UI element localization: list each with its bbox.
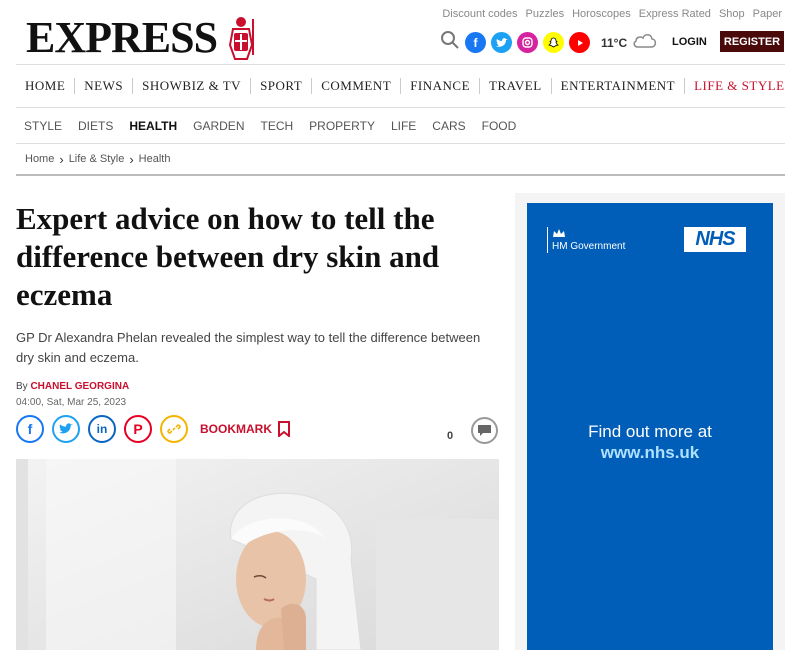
subnav-item-food[interactable]: FOOD <box>474 119 525 133</box>
byline-prefix: By <box>16 381 28 392</box>
instagram-icon[interactable] <box>517 32 538 53</box>
cloud-icon <box>632 31 658 54</box>
subnav-item-life[interactable]: LIFE <box>383 119 424 133</box>
subnav-item-garden[interactable]: GARDEN <box>185 119 252 133</box>
bookmark-label: BOOKMARK <box>200 422 272 436</box>
publish-date: 04:00, Sat, Mar 25, 2023 <box>16 397 127 408</box>
top-link-puzzles[interactable]: Puzzles <box>526 8 565 20</box>
nav-item-home[interactable]: HOME <box>16 78 76 94</box>
nav-item-showbiz-tv[interactable]: SHOWBIZ & TV <box>133 78 252 94</box>
site-logo[interactable]: EXPRESS <box>26 12 259 63</box>
nav-item-finance[interactable]: FINANCE <box>401 78 481 94</box>
youtube-icon[interactable] <box>569 32 590 53</box>
linkedin-share-button[interactable]: in <box>88 415 116 443</box>
chevron-right-icon: › <box>59 151 64 167</box>
share-row: f in P BOOKMARK <box>16 415 290 443</box>
top-link-shop[interactable]: Shop <box>719 8 745 20</box>
comment-icon[interactable] <box>471 417 498 444</box>
facebook-icon[interactable]: f <box>465 32 486 53</box>
ad-cta-text: Find out more at <box>588 422 712 441</box>
nav-item-sport[interactable]: SPORT <box>251 78 313 94</box>
breadcrumb-life-style[interactable]: Life & Style <box>69 153 125 165</box>
nav-item-news[interactable]: NEWS <box>75 78 134 94</box>
nav-item-life-style[interactable]: LIFE & STYLE <box>685 78 794 94</box>
article-hero-image <box>16 459 499 650</box>
subnav-item-health[interactable]: HEALTH <box>121 119 185 133</box>
nav-item-comment[interactable]: COMMENT <box>312 78 402 94</box>
subnav-item-tech[interactable]: TECH <box>252 119 301 133</box>
breadcrumb-home[interactable]: Home <box>25 153 54 165</box>
login-link[interactable]: LOGIN <box>672 36 707 48</box>
twitter-share-button[interactable] <box>52 415 80 443</box>
logo-text: EXPRESS <box>26 13 218 62</box>
breadcrumb: Home › Life & Style › Health <box>16 144 785 176</box>
ad-url[interactable]: www.nhs.uk <box>527 443 773 463</box>
bookmark-icon <box>278 421 290 437</box>
snapchat-icon[interactable] <box>543 32 564 53</box>
author-link[interactable]: CHANEL GEORGINA <box>30 381 129 392</box>
hm-government-logo: HM Government <box>547 227 625 253</box>
top-links: Discount codes Puzzles Horoscopes Expres… <box>442 8 782 20</box>
copy-link-button[interactable] <box>160 415 188 443</box>
top-link-paper[interactable]: Paper <box>753 8 782 20</box>
article-standfirst: GP Dr Alexandra Phelan revealed the simp… <box>16 330 481 365</box>
top-link-discount-codes[interactable]: Discount codes <box>442 8 517 20</box>
byline: By CHANEL GEORGINA <box>16 381 129 392</box>
register-button[interactable]: REGISTER <box>720 31 784 52</box>
crusader-logo-icon <box>229 16 255 60</box>
nhs-advertisement[interactable]: HM Government NHS Find out more at www.n… <box>527 203 773 650</box>
hm-government-label: HM Government <box>552 241 626 252</box>
bookmark-button[interactable]: BOOKMARK <box>200 421 290 437</box>
subnav-item-style[interactable]: STYLE <box>16 119 70 133</box>
subnav-item-cars[interactable]: CARS <box>424 119 473 133</box>
facebook-share-button[interactable]: f <box>16 415 44 443</box>
article-headline: Expert advice on how to tell the differe… <box>16 201 440 312</box>
twitter-icon[interactable] <box>491 32 512 53</box>
chevron-right-icon: › <box>129 151 134 167</box>
main-nav: HOME NEWS SHOWBIZ & TV SPORT COMMENT FIN… <box>16 64 785 108</box>
sub-nav: STYLE DIETS HEALTH GARDEN TECH PROPERTY … <box>16 108 785 144</box>
social-row: f 11°C <box>440 30 658 55</box>
nav-item-travel[interactable]: TRAVEL <box>480 78 552 94</box>
comment-count: 0 <box>447 430 454 442</box>
crown-icon <box>553 229 565 237</box>
woman-towel-photo <box>16 459 499 650</box>
search-icon[interactable] <box>440 30 460 55</box>
breadcrumb-health[interactable]: Health <box>139 153 171 165</box>
subnav-item-diets[interactable]: DIETS <box>70 119 121 133</box>
top-link-express-rated[interactable]: Express Rated <box>639 8 711 20</box>
nav-item-entertainment[interactable]: ENTERTAINMENT <box>552 78 686 94</box>
nhs-logo: NHS <box>684 227 746 252</box>
weather-temperature: 11°C <box>601 35 628 50</box>
subnav-item-property[interactable]: PROPERTY <box>301 119 383 133</box>
pinterest-share-button[interactable]: P <box>124 415 152 443</box>
top-link-horoscopes[interactable]: Horoscopes <box>572 8 631 20</box>
